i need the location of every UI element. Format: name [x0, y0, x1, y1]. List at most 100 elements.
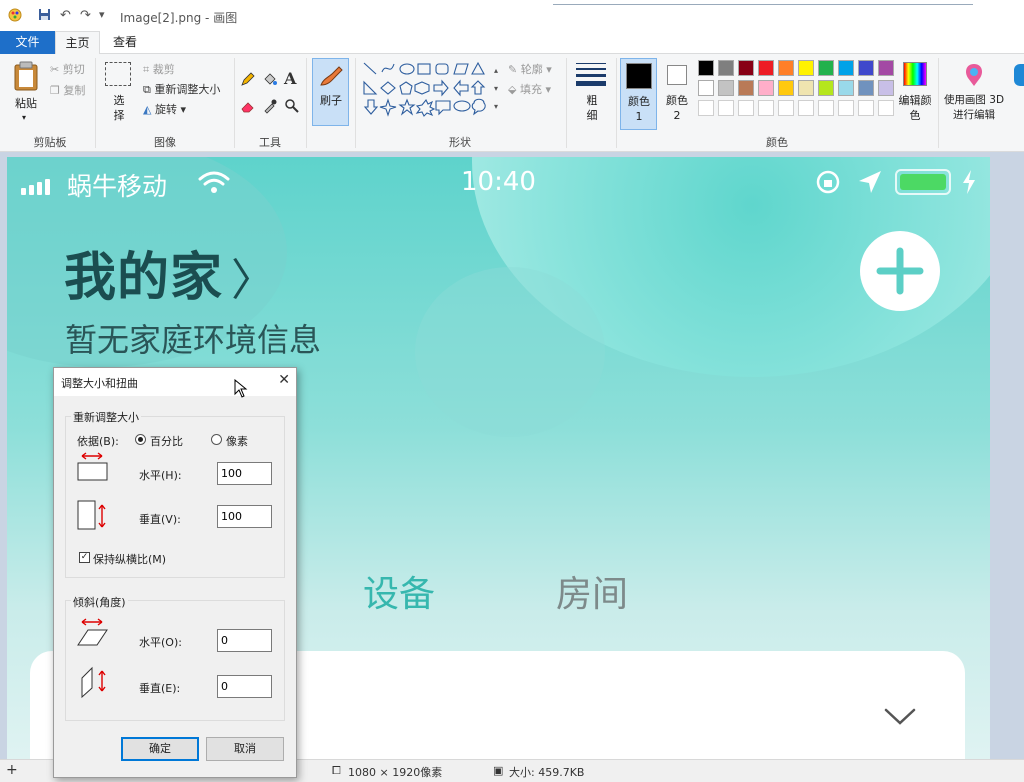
color-swatch[interactable]: [798, 80, 814, 96]
group-divider: [566, 58, 567, 148]
custom-color-slot[interactable]: [738, 100, 754, 116]
color-swatch[interactable]: [718, 80, 734, 96]
shapes-gallery[interactable]: [360, 60, 500, 120]
battery-icon: [895, 169, 951, 195]
color-swatch[interactable]: [818, 60, 834, 76]
custom-color-slot[interactable]: [718, 100, 734, 116]
charging-icon: [963, 170, 975, 194]
resize-button[interactable]: ⧉ 重新调整大小: [143, 81, 220, 97]
color-swatch[interactable]: [878, 60, 894, 76]
resize-horizontal-input[interactable]: [217, 462, 272, 485]
color-swatch[interactable]: [778, 60, 794, 76]
keep-ratio-checkbox[interactable]: ✓: [79, 552, 90, 563]
color-swatch[interactable]: [838, 80, 854, 96]
brushes-button[interactable]: 刷子: [312, 58, 349, 126]
custom-color-slot[interactable]: [758, 100, 774, 116]
custom-color-slot[interactable]: [798, 100, 814, 116]
tab-rooms[interactable]: 房间: [556, 565, 628, 617]
size-label: 粗细: [586, 94, 598, 122]
tab-devices[interactable]: 设备: [363, 565, 435, 617]
edit-colors-button[interactable]: 编辑颜色: [898, 58, 932, 130]
color-swatch[interactable]: [758, 60, 774, 76]
close-icon[interactable]: ✕: [278, 372, 290, 388]
chevron-down-icon[interactable]: [883, 707, 917, 727]
custom-color-slot[interactable]: [698, 100, 714, 116]
color-swatch[interactable]: [718, 60, 734, 76]
tab-home[interactable]: 主页: [55, 31, 100, 54]
skew-horizontal-input[interactable]: [217, 629, 272, 652]
custom-color-slot[interactable]: [858, 100, 874, 116]
shapes-scroll[interactable]: ▴ ▾ ▾: [491, 62, 501, 120]
color-swatch[interactable]: [698, 60, 714, 76]
color-swatch[interactable]: [778, 80, 794, 96]
redo-icon[interactable]: ↷: [80, 8, 91, 23]
color-swatch[interactable]: [818, 80, 834, 96]
paint3d-button[interactable]: 使用画图 3D 进行编辑: [942, 58, 1006, 130]
color-swatch[interactable]: [698, 80, 714, 96]
save-icon[interactable]: [38, 8, 51, 25]
pixels-radio[interactable]: [211, 434, 222, 445]
color1-swatch: [626, 63, 652, 89]
resize-vertical-input[interactable]: [217, 505, 272, 528]
skew-vertical-input[interactable]: [217, 675, 272, 698]
outline-button[interactable]: ✎ 轮廓 ▾: [508, 61, 552, 77]
select-button[interactable]: 选择: [103, 60, 135, 126]
cut-button[interactable]: ✂ 剪切: [50, 61, 85, 77]
carrier-name: 蜗牛移动: [67, 172, 168, 201]
color1-label: 颜色 1: [628, 95, 650, 123]
expand-gallery-icon: ▾: [493, 102, 498, 111]
crop-label: 裁剪: [152, 63, 175, 76]
color-palette: [698, 60, 898, 120]
color1-button[interactable]: 颜色 1: [620, 58, 657, 130]
custom-color-slot[interactable]: [818, 100, 834, 116]
color-swatch[interactable]: [858, 60, 874, 76]
add-button[interactable]: [860, 231, 940, 311]
crop-button[interactable]: ⌗ 裁剪: [143, 61, 175, 77]
pixels-label[interactable]: 像素: [226, 433, 248, 449]
home-subtitle: 暂无家庭环境信息: [65, 321, 322, 359]
customize-toolbar-icon[interactable]: ▾: [99, 8, 105, 21]
custom-color-slot[interactable]: [778, 100, 794, 116]
magnifier-tool[interactable]: [284, 98, 300, 114]
paint-window: ↶ ↷ ▾ Image[2].png - 画图 文件 主页 查看 粘贴 ▾ ✂ …: [0, 0, 1024, 782]
color-swatch[interactable]: [798, 60, 814, 76]
cancel-button[interactable]: 取消: [206, 737, 284, 761]
percent-label[interactable]: 百分比: [150, 433, 183, 449]
rotate-button[interactable]: ◭ 旋转 ▾: [143, 101, 186, 117]
dialog-title-bar[interactable]: 调整大小和扭曲 ✕: [54, 368, 296, 396]
percent-radio[interactable]: [135, 434, 146, 445]
outline-label: 轮廓: [520, 63, 543, 76]
tab-view[interactable]: 查看: [104, 31, 146, 54]
color-swatch[interactable]: [858, 80, 874, 96]
text-tool[interactable]: A: [284, 69, 296, 88]
resize-skew-dialog: 调整大小和扭曲 ✕ 重新调整大小 依据(B): 百分比 像素 水平(H): 垂直…: [53, 367, 297, 778]
pencil-tool[interactable]: [240, 71, 256, 87]
color-swatch[interactable]: [758, 80, 774, 96]
undo-icon[interactable]: ↶: [60, 8, 71, 23]
ok-button[interactable]: 确定: [121, 737, 199, 761]
overflow-button[interactable]: [1014, 64, 1024, 86]
fill-button[interactable]: ⬙ 填充 ▾: [508, 81, 551, 97]
dimensions-icon: ⧠: [332, 764, 341, 777]
shapes-group-label: 形状: [449, 136, 471, 149]
color-swatch[interactable]: [838, 60, 854, 76]
fill-tool[interactable]: [262, 71, 278, 87]
eraser-tool[interactable]: [240, 98, 256, 114]
color-swatch[interactable]: [738, 80, 754, 96]
home-title[interactable]: 我的家〉: [64, 235, 276, 310]
color-swatch[interactable]: [738, 60, 754, 76]
title-bar: ↶ ↷ ▾ Image[2].png - 画图: [0, 0, 1024, 31]
group-divider: [95, 58, 96, 148]
tab-file[interactable]: 文件: [0, 31, 55, 54]
color-picker-tool[interactable]: [262, 98, 278, 114]
custom-color-slot[interactable]: [878, 100, 894, 116]
size-button[interactable]: 粗细: [572, 60, 612, 126]
keep-ratio-label[interactable]: 保持纵横比(M): [93, 551, 166, 567]
copy-button[interactable]: ❐ 复制: [50, 82, 85, 98]
skew-horizontal-label: 水平(O):: [139, 636, 182, 649]
paste-button[interactable]: 粘贴 ▾: [8, 58, 44, 126]
color-swatch[interactable]: [878, 80, 894, 96]
location-icon: [859, 171, 881, 193]
color2-button[interactable]: 颜色 2: [660, 58, 694, 130]
custom-color-slot[interactable]: [838, 100, 854, 116]
